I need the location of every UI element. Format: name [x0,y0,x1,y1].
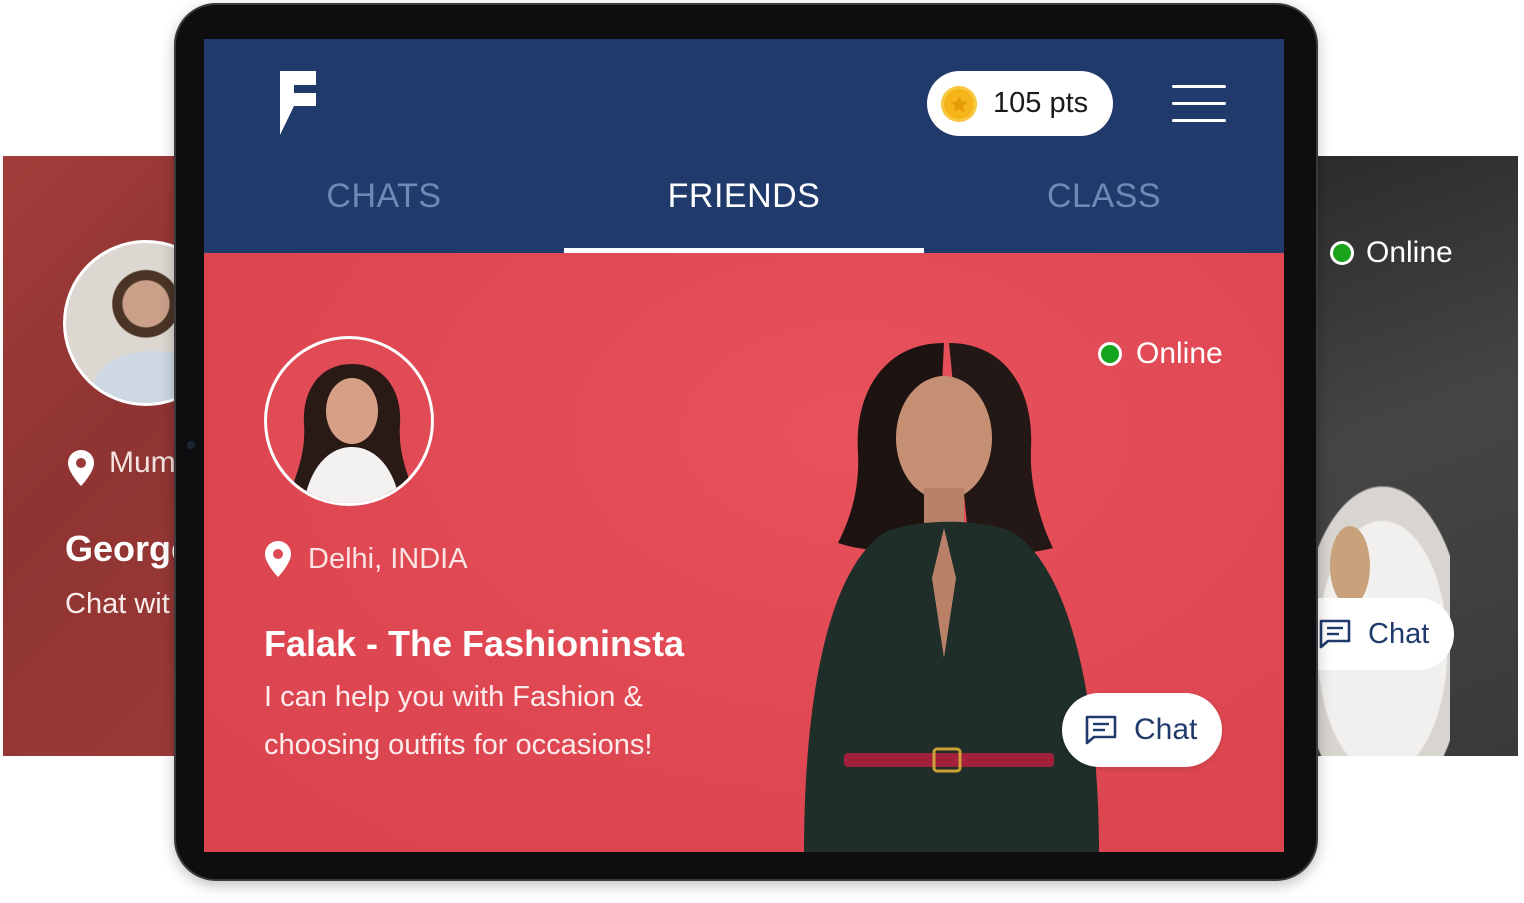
right-card-chat-label: Chat [1368,617,1430,650]
background-card-right: Online Chat [1300,156,1518,756]
profile-hero-photo [804,343,1099,852]
avatar-image [290,364,414,503]
online-status: Online [1098,337,1223,371]
chat-icon [1319,619,1351,649]
points-value: 105 pts [993,87,1089,119]
profile-location: Delhi, INDIA [262,539,468,579]
app-header: 105 pts CHATS FRIENDS CLASS [204,39,1284,253]
app-screen: 105 pts CHATS FRIENDS CLASS Online Delhi… [204,39,1284,852]
profile-name: Falak - The Fashioninsta [264,623,685,664]
chat-button-label: Chat [1134,713,1198,746]
left-card-location: Mum [109,446,176,479]
location-pin-icon [68,450,94,486]
chat-icon [1085,715,1117,745]
logo-icon [280,71,316,135]
online-dot-icon [1330,241,1354,265]
menu-icon[interactable] [1172,85,1226,123]
left-card-avatar [63,240,183,406]
tab-friends-label: FRIENDS [667,177,821,215]
tab-friends[interactable]: FRIENDS [564,159,924,253]
chat-button[interactable]: Chat [1062,693,1222,767]
right-card-status-label: Online [1366,236,1453,269]
friend-profile-card: Online Delhi, INDIA Falak - The Fashioni… [204,253,1284,852]
tab-bar: CHATS FRIENDS CLASS [204,159,1284,253]
online-dot-icon [1098,342,1122,366]
right-card-status: Online [1330,236,1453,270]
left-card-name: George [65,528,183,569]
tablet-frame: 105 pts CHATS FRIENDS CLASS Online Delhi… [174,3,1318,881]
online-status-label: Online [1136,337,1223,370]
camera-dot [187,441,195,449]
location-pin-icon [265,541,291,577]
points-badge[interactable]: 105 pts [927,71,1113,136]
profile-avatar[interactable] [264,336,434,506]
right-card-photo-detail [1330,526,1370,606]
profile-location-label: Delhi, INDIA [308,542,468,575]
tab-chats-label: CHATS [326,177,442,215]
coin-icon [941,85,977,122]
profile-description: I can help you with Fashion & choosing o… [264,681,653,761]
tab-chats[interactable]: CHATS [204,159,564,253]
tab-class-label: CLASS [1047,177,1161,215]
right-card-chat-button[interactable]: Chat [1302,598,1454,670]
background-card-left: Mum George Chat wit improve [3,156,183,756]
left-card-description: Chat wit improve [65,588,183,620]
tab-class[interactable]: CLASS [924,159,1284,253]
